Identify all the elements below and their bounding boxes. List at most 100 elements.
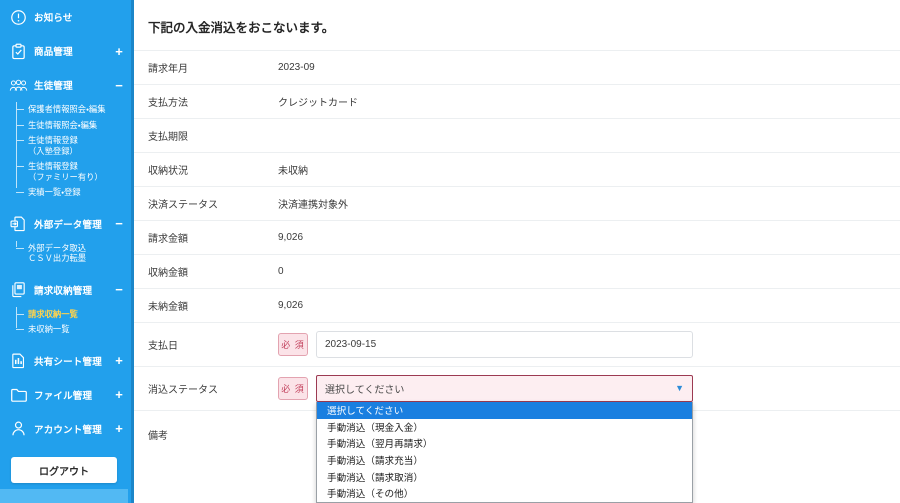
clearing-status-dropdown[interactable]: 選択してください 手動消込（現金入金） 手動消込（翌月再請求） 手動消込（請求充…: [316, 402, 693, 503]
sidebar-subitem-student-register[interactable]: 生徒情報登録 （入塾登録）: [16, 135, 131, 156]
sidebar-toggle[interactable]: +: [112, 354, 123, 367]
nav-group-student: 生徒管理 − 保護者情報照会・編集 生徒情報照会・編集 生徒情報登録 （入塾登録…: [0, 68, 131, 207]
nav-group-product: 商品管理 +: [0, 34, 131, 68]
field-label: 支払日: [148, 341, 178, 352]
nav-group-shared-sheet: 共有シート管理 +: [0, 344, 131, 378]
form-row-collected-amount: 収納金額 0: [134, 254, 900, 288]
sidebar-item-label: 共有シート管理: [34, 356, 102, 368]
sidebar-footer-bar: [0, 489, 128, 503]
folder-icon: [8, 384, 29, 405]
sidebar-subitem-student-register-family[interactable]: 生徒情報登録 （ファミリー有り）: [16, 161, 131, 182]
field-value: クレジットカード: [278, 98, 358, 109]
field-value: 0: [278, 266, 284, 277]
form-row-clearing-status: 消込ステータス 必 須 選択してください ▼ 選択してください 手動消込（現金入…: [134, 366, 900, 503]
field-label: 請求金額: [148, 234, 188, 245]
sidebar-item-label: 請求収納管理: [34, 285, 93, 297]
select-value: 選択してください: [325, 385, 405, 396]
field-label: 収納状況: [148, 166, 188, 177]
dropdown-option[interactable]: 手動消込（その他）: [317, 485, 692, 502]
sidebar-item-label: アカウント管理: [34, 424, 102, 436]
nav-group-external-data: 外部データ管理 − 外部データ取込 ＣＳＶ出力転墨: [0, 207, 131, 273]
required-badge: 必 須: [278, 377, 308, 400]
dropdown-option[interactable]: 手動消込（請求充当）: [317, 452, 692, 469]
field-value: 2023-09: [278, 62, 315, 73]
field-value: 9,026: [278, 300, 304, 311]
sidebar-item-account[interactable]: アカウント管理 +: [0, 412, 131, 446]
field-label: 備考: [148, 431, 168, 442]
sidebar-toggle[interactable]: +: [112, 422, 123, 435]
dropdown-option[interactable]: 手動消込（翌月再請求）: [317, 435, 692, 452]
detail-form: 請求年月 2023-09 支払方法 クレジットカード 支払期限 収納状況 未収納…: [134, 50, 900, 503]
field-value: 未収納: [278, 166, 308, 177]
logout-button[interactable]: ログアウト: [11, 457, 117, 483]
sidebar-item-label: 外部データ管理: [34, 219, 102, 231]
form-row-payment-deadline: 支払期限: [134, 118, 900, 152]
sidebar-toggle[interactable]: +: [112, 388, 123, 401]
field-label: 支払期限: [148, 132, 188, 143]
users-icon: [8, 75, 29, 96]
sidebar-item-external-data[interactable]: 外部データ管理 −: [0, 207, 131, 241]
page-title: 下記の入金消込をおこないます。: [148, 21, 335, 35]
documents-icon: [8, 279, 29, 300]
field-value: 決済連携対象外: [278, 200, 348, 211]
field-label: 請求年月: [148, 64, 188, 75]
sidebar-item-label: ファイル管理: [34, 390, 93, 402]
sidebar-subitem-billing-list[interactable]: 請求収納一覧: [16, 309, 131, 320]
sidebar: お知らせ 商品管理 + 生徒管理 − 保護者情報照会・編集 生徒情報照会・編集 …: [0, 0, 134, 503]
exclamation-circle-icon: [8, 7, 29, 28]
sidebar-item-shared-sheet[interactable]: 共有シート管理 +: [0, 344, 131, 378]
form-row-billed-amount: 請求金額 9,026: [134, 220, 900, 254]
file-import-icon: [8, 213, 29, 234]
sheet-icon: [8, 350, 29, 371]
form-row-payment-date: 支払日 必 須: [134, 322, 900, 366]
sidebar-item-label: 生徒管理: [34, 81, 73, 92]
sidebar-subitem-external-import[interactable]: 外部データ取込 ＣＳＶ出力転墨: [16, 243, 131, 264]
app-root: お知らせ 商品管理 + 生徒管理 − 保護者情報照会・編集 生徒情報照会・編集 …: [0, 0, 900, 503]
chevron-down-icon[interactable]: ▼: [675, 384, 684, 393]
sidebar-item-product[interactable]: 商品管理 +: [0, 34, 131, 68]
nav-group-billing: 請求収納管理 − 請求収納一覧 未収納一覧: [0, 273, 131, 344]
main-content: 下記の入金消込をおこないます。 請求年月 2023-09 支払方法 クレジットカ…: [134, 0, 900, 503]
clearing-status-select-wrap: 選択してください ▼ 選択してください 手動消込（現金入金） 手動消込（翌月再請…: [316, 375, 693, 503]
sidebar-item-notice[interactable]: お知らせ: [0, 0, 131, 34]
user-icon: [8, 418, 29, 439]
form-row-settlement-status: 決済ステータス 決済連携対象外: [134, 186, 900, 220]
dropdown-option[interactable]: 選択してください: [317, 402, 692, 419]
field-label: 支払方法: [148, 98, 188, 109]
field-label: 収納金額: [148, 268, 188, 279]
sidebar-subitem-guardian-edit[interactable]: 保護者情報照会・編集: [16, 104, 131, 115]
clipboard-check-icon: [8, 41, 29, 62]
sidebar-subitem-unpaid-list[interactable]: 未収納一覧: [16, 324, 131, 335]
sidebar-item-label: 商品管理: [34, 47, 73, 58]
payment-date-input[interactable]: [316, 331, 693, 358]
logout-container: ログアウト: [0, 457, 128, 483]
nav-group-notice: お知らせ: [0, 0, 131, 34]
clearing-status-select[interactable]: 選択してください ▼: [316, 375, 693, 402]
sidebar-item-label: お知らせ: [34, 13, 73, 24]
sidebar-item-student[interactable]: 生徒管理 −: [0, 68, 131, 102]
submenu-external-data: 外部データ取込 ＣＳＶ出力転墨: [0, 240, 131, 273]
nav-group-file: ファイル管理 +: [0, 378, 131, 412]
field-label: 未納金額: [148, 302, 188, 313]
field-label: 消込ステータス: [148, 385, 218, 396]
sidebar-toggle[interactable]: −: [112, 283, 123, 296]
form-row-payment-method: 支払方法 クレジットカード: [134, 84, 900, 118]
sidebar-toggle[interactable]: +: [112, 45, 123, 58]
submenu-billing: 請求収納一覧 未収納一覧: [0, 306, 131, 344]
sidebar-subitem-student-edit[interactable]: 生徒情報照会・編集: [16, 120, 131, 131]
form-row-billing-month: 請求年月 2023-09: [134, 50, 900, 84]
form-row-unpaid-amount: 未納金額 9,026: [134, 288, 900, 322]
field-label: 決済ステータス: [148, 200, 218, 211]
sidebar-subitem-performance-list[interactable]: 実績一覧・登録: [16, 187, 131, 198]
sidebar-toggle[interactable]: −: [112, 217, 123, 230]
sidebar-item-file[interactable]: ファイル管理 +: [0, 378, 131, 412]
field-value: 9,026: [278, 232, 304, 243]
nav-group-account: アカウント管理 +: [0, 412, 131, 446]
dropdown-option[interactable]: 手動消込（現金入金）: [317, 419, 692, 436]
required-badge: 必 須: [278, 333, 308, 356]
sidebar-item-billing[interactable]: 請求収納管理 −: [0, 273, 131, 307]
form-row-collection-status: 収納状況 未収納: [134, 152, 900, 186]
sidebar-toggle[interactable]: −: [112, 79, 123, 92]
dropdown-option[interactable]: 手動消込（請求取消）: [317, 468, 692, 485]
submenu-student: 保護者情報照会・編集 生徒情報照会・編集 生徒情報登録 （入塾登録） 生徒情報登…: [0, 102, 131, 207]
